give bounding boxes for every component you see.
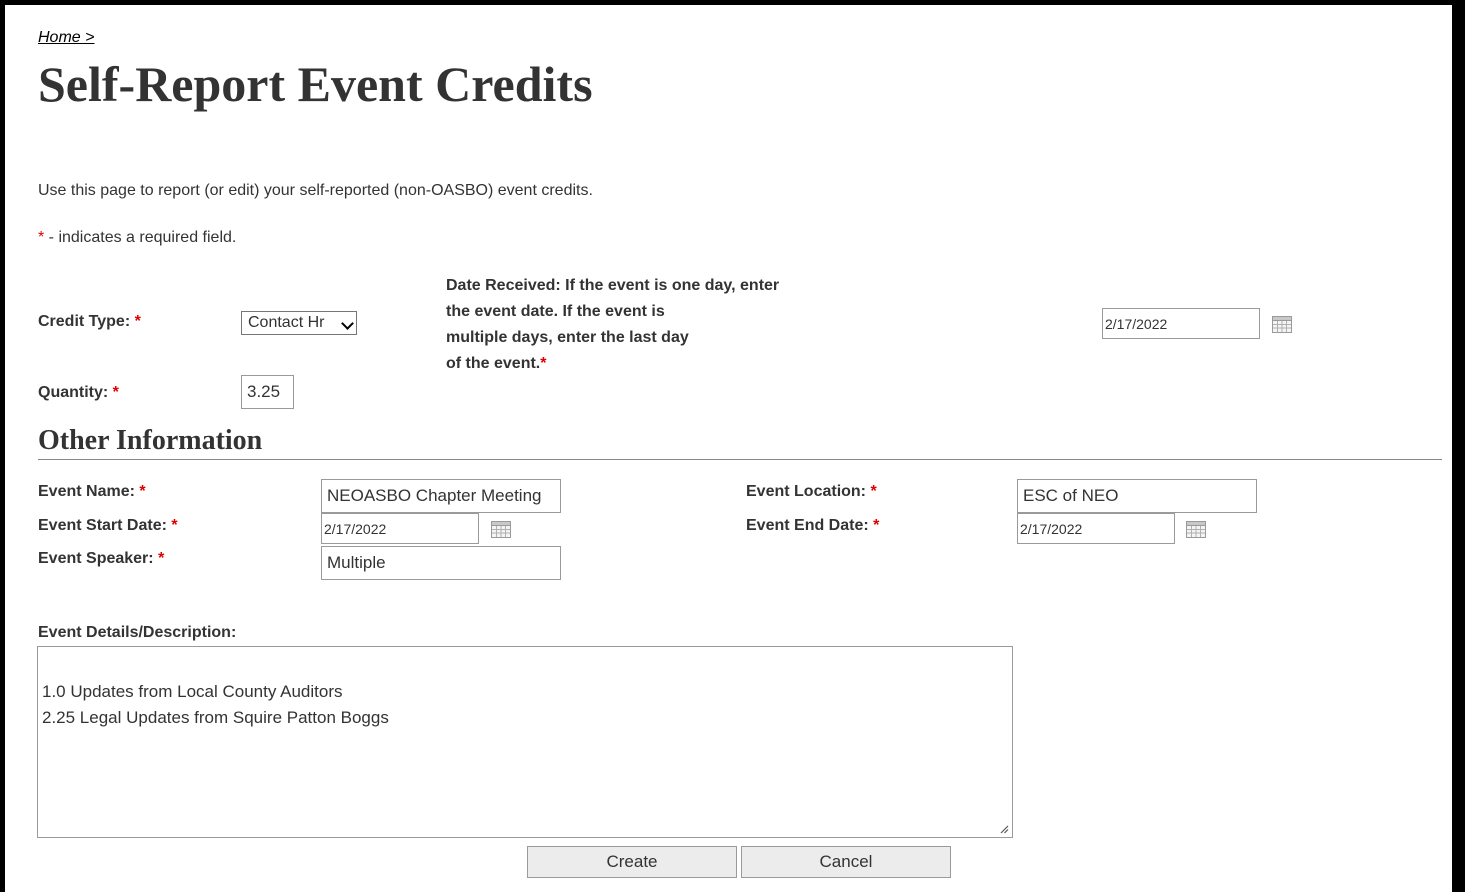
page-frame: Home > Self-Report Event Credits Use thi… <box>5 5 1452 892</box>
credit-type-select[interactable]: Contact Hr <box>241 311 357 335</box>
event-name-label-text: Event Name: <box>38 483 135 500</box>
required-star: * <box>139 483 146 500</box>
event-start-date-label: Event Start Date: * <box>38 517 178 535</box>
create-button[interactable]: Create <box>527 846 737 878</box>
event-start-date-label-text: Event Start Date: <box>38 517 167 534</box>
event-details-label: Event Details/Description: <box>38 624 237 641</box>
event-speaker-input[interactable]: Multiple <box>321 546 561 580</box>
intro-text: Use this page to report (or edit) your s… <box>38 182 593 199</box>
event-speaker-label: Event Speaker: * <box>38 550 164 568</box>
section-divider <box>38 459 1442 460</box>
required-star: * <box>540 355 547 372</box>
required-note-text: - indicates a required field. <box>44 229 237 246</box>
event-location-label: Event Location: * <box>746 483 877 501</box>
date-received-label: Date Received: If the event is one day, … <box>446 273 866 377</box>
event-details-text: 1.0 Updates from Local County Auditors 2… <box>42 682 389 727</box>
event-end-date-label: Event End Date: * <box>746 517 879 535</box>
required-star: * <box>171 517 178 534</box>
quantity-input[interactable]: 3.25 <box>241 375 294 409</box>
event-name-input[interactable]: NEOASBO Chapter Meeting <box>321 479 561 513</box>
event-start-date-input[interactable]: 2/17/2022 <box>321 513 479 544</box>
calendar-icon[interactable] <box>1272 316 1292 338</box>
event-name-label: Event Name: * <box>38 483 146 501</box>
credit-type-label: Credit Type: * <box>38 313 141 331</box>
cancel-button[interactable]: Cancel <box>741 846 951 878</box>
required-note: * - indicates a required field. <box>38 229 236 247</box>
required-star: * <box>870 483 877 500</box>
quantity-label-text: Quantity: <box>38 384 109 401</box>
resize-grip-icon[interactable] <box>999 824 1009 834</box>
chevron-down-icon <box>341 317 354 330</box>
calendar-icon[interactable] <box>491 521 511 543</box>
required-star: * <box>112 384 119 401</box>
required-star: * <box>134 313 141 330</box>
event-end-date-label-text: Event End Date: <box>746 517 869 534</box>
calendar-icon[interactable] <box>1186 521 1206 543</box>
date-received-input[interactable]: 2/17/2022 <box>1102 308 1260 339</box>
credit-type-label-text: Credit Type: <box>38 313 131 330</box>
quantity-label: Quantity: * <box>38 384 119 402</box>
required-star: * <box>158 550 165 567</box>
credit-type-value: Contact Hr <box>248 314 325 331</box>
event-details-textarea[interactable]: 1.0 Updates from Local County Auditors 2… <box>37 646 1013 838</box>
page-title: Self-Report Event Credits <box>38 56 593 112</box>
breadcrumb-home-link[interactable]: Home > <box>38 29 94 47</box>
event-location-label-text: Event Location: <box>746 483 867 500</box>
other-information-heading: Other Information <box>38 425 263 456</box>
event-speaker-label-text: Event Speaker: <box>38 550 154 567</box>
event-end-date-input[interactable]: 2/17/2022 <box>1017 513 1175 544</box>
event-location-input[interactable]: ESC of NEO <box>1017 479 1257 513</box>
required-star: * <box>873 517 880 534</box>
date-received-label-text: Date Received: If the event is one day, … <box>446 277 780 372</box>
